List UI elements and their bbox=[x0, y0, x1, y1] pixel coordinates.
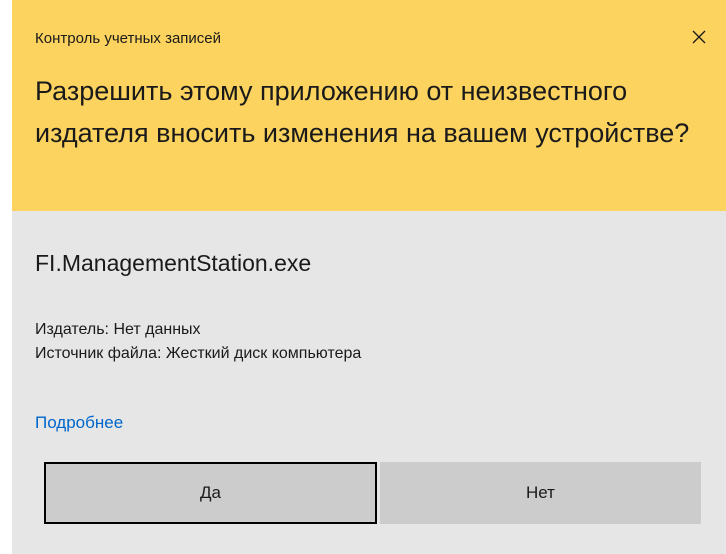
app-name: FI.ManagementStation.exe bbox=[35, 250, 312, 276]
dialog-header: Контроль учетных записей Разрешить этому… bbox=[12, 0, 726, 211]
yes-button[interactable]: Да bbox=[44, 462, 377, 524]
no-button[interactable]: Нет bbox=[380, 462, 701, 524]
publisher-label: Издатель: Нет данных bbox=[35, 321, 201, 338]
uac-dialog: Контроль учетных записей Разрешить этому… bbox=[12, 0, 726, 554]
dialog-caption: Контроль учетных записей bbox=[35, 30, 222, 47]
file-source-label: Источник файла: Жесткий диск компьютера bbox=[35, 345, 362, 362]
close-icon bbox=[692, 30, 706, 44]
more-details-link[interactable]: Подробнее bbox=[35, 413, 123, 433]
app-details: Издатель: Нет данных Источник файла: Жес… bbox=[35, 318, 361, 366]
close-button[interactable] bbox=[684, 22, 714, 52]
dialog-question: Разрешить этому приложению от неизвестно… bbox=[35, 76, 690, 148]
